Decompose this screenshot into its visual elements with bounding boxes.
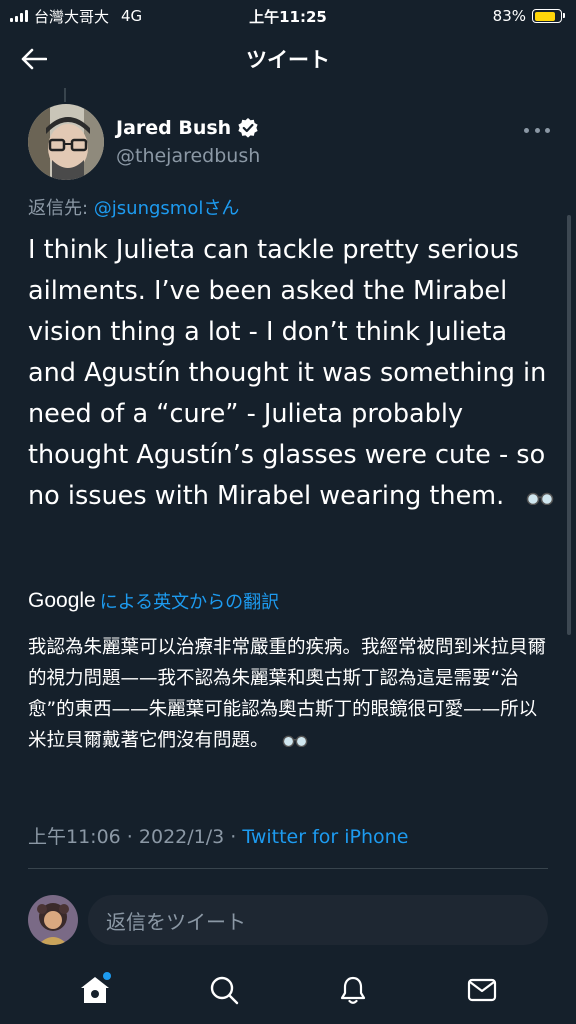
tweet-source-link[interactable]: Twitter for iPhone xyxy=(242,826,408,848)
bottom-tab-bar xyxy=(0,955,576,1024)
battery-icon xyxy=(532,9,565,23)
page-title: ツイート xyxy=(246,48,330,72)
meta-separator: · xyxy=(120,826,139,848)
glasses-emoji-icon-translation xyxy=(282,726,308,757)
tweet-body: I think Julieta can tackle pretty seriou… xyxy=(28,230,558,518)
tab-search[interactable] xyxy=(204,970,244,1010)
battery-percent: 83% xyxy=(492,7,526,25)
mail-icon xyxy=(467,978,496,1001)
tweet-time: 上午11:06 xyxy=(28,826,121,848)
status-bar: 台灣大哥大 4G 上午11:25 83% xyxy=(0,0,576,32)
bell-icon xyxy=(340,976,365,1004)
carrier-name: 台灣大哥大 xyxy=(34,7,110,26)
tweet-author[interactable]: Jared Bush @thejaredbush xyxy=(28,104,260,180)
google-logo: Google xyxy=(28,589,96,612)
author-avatar[interactable] xyxy=(28,104,104,180)
meta-separator-2: · xyxy=(224,826,243,848)
tab-messages[interactable] xyxy=(462,970,502,1010)
thread-connector-line xyxy=(64,88,66,102)
notification-dot xyxy=(102,971,111,980)
tab-notifications[interactable] xyxy=(333,970,373,1010)
translated-text: 我認為朱麗葉可以治療非常嚴重的疾病。我經常被問到米拉貝爾的視力問題——我不認為朱… xyxy=(28,632,554,757)
back-button[interactable] xyxy=(18,44,50,74)
divider xyxy=(28,868,548,869)
tweet-text: I think Julieta can tackle pretty seriou… xyxy=(28,235,547,511)
reply-to-mention[interactable]: @jsungsmolさん xyxy=(94,198,240,219)
translation-header: Google による英文からの翻訳 xyxy=(28,588,279,614)
signal-strength-icon xyxy=(10,10,28,22)
reply-to-prefix: 返信先: xyxy=(28,198,94,219)
translate-link[interactable]: による英文からの翻訳 xyxy=(100,588,279,614)
search-icon xyxy=(210,976,238,1004)
reply-bar: 返信をツイート xyxy=(0,885,576,955)
reply-to-line: 返信先: @jsungsmolさん xyxy=(28,194,239,220)
reply-input[interactable]: 返信をツイート xyxy=(88,895,548,945)
user-avatar[interactable] xyxy=(28,895,78,945)
scrollbar[interactable] xyxy=(567,215,571,635)
glasses-emoji-icon xyxy=(526,477,554,518)
back-arrow-icon xyxy=(21,48,47,70)
more-options-icon[interactable] xyxy=(524,120,550,140)
top-header: ツイート xyxy=(0,32,576,86)
tweet-metadata: 上午11:06 · 2022/1/3 · Twitter for iPhone xyxy=(28,822,408,849)
author-handle[interactable]: @thejaredbush xyxy=(116,145,260,167)
tab-home[interactable] xyxy=(75,970,115,1010)
status-bar-right: 83% xyxy=(492,7,565,25)
author-name[interactable]: Jared Bush xyxy=(116,117,231,139)
tweet-date: 2022/1/3 xyxy=(138,826,225,848)
verified-badge-icon xyxy=(238,118,258,138)
status-bar-left: 台灣大哥大 4G xyxy=(10,6,142,27)
network-type: 4G xyxy=(121,7,143,25)
